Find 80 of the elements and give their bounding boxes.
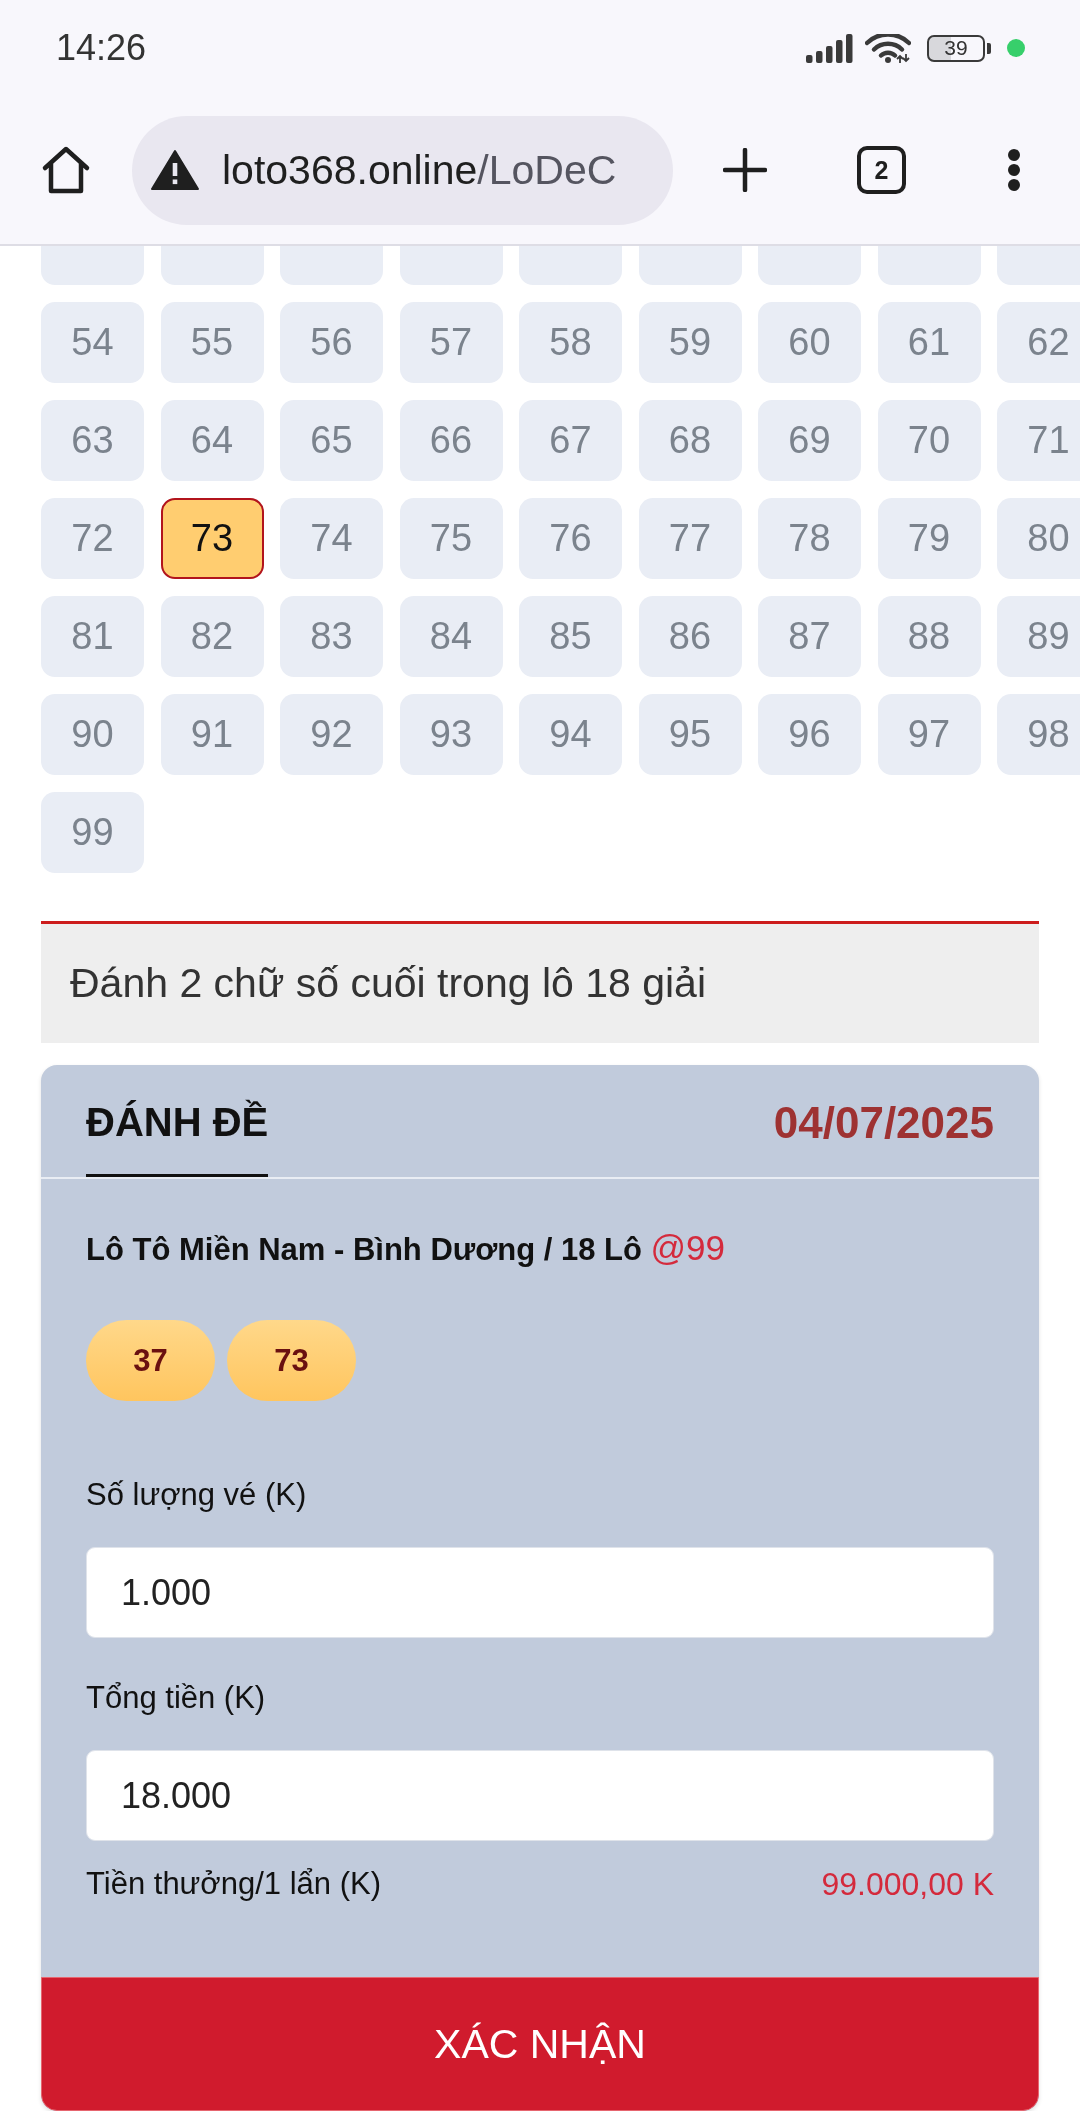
number-tile[interactable] [280,246,383,285]
indicator-dot-icon [1007,39,1025,57]
battery-indicator: 39 [927,34,991,62]
number-tile[interactable]: 69 [758,400,861,481]
number-tile[interactable]: 66 [399,400,503,481]
number-tile[interactable] [758,246,861,285]
signal-icon [806,33,853,63]
date-text: 04/07/2025 [773,1098,994,1148]
tab-count-button[interactable]: 2 [857,146,906,194]
info-banner: Đánh 2 chữ số cuối trong lô 18 giải [41,921,1039,1043]
number-tile[interactable]: 75 [399,498,503,579]
number-tile[interactable]: 60 [758,302,861,383]
number-tile[interactable]: 64 [160,400,264,481]
field-label: Tổng tiền (K) [86,1679,267,1717]
number-tile[interactable]: 80 [997,498,1080,579]
number-tile[interactable]: 85 [519,596,622,677]
number-tile[interactable]: 96 [758,694,861,775]
number-tile[interactable]: 89 [997,596,1080,677]
form-tab[interactable]: ĐÁNH ĐỀ [86,1065,269,1177]
number-tile[interactable] [160,246,264,285]
number-tile[interactable]: 65 [280,400,383,481]
payout-label: Tiền thưởng/1 lẩn (K) [86,1865,381,1903]
number-tile[interactable] [41,246,144,285]
number-tile[interactable]: 76 [519,498,622,579]
field-label: Số lượng vé (K) [86,1476,308,1514]
number-tile[interactable]: 73 [160,498,264,579]
number-tile[interactable]: 81 [41,596,144,677]
number-tile[interactable]: 91 [160,694,264,775]
address-bar[interactable]: loto368.online/LoDeC [132,115,673,225]
number-tile[interactable] [638,246,742,285]
number-tile[interactable]: 70 [877,400,981,481]
game-title: Lô Tô Miền Nam - Bình Dương / 18 Lô @99 [86,1228,727,1269]
payout-value: 99.000,00 K [821,1865,994,1904]
warning-icon [150,149,200,191]
clock-time: 14:26 [56,28,147,68]
number-tile[interactable] [519,246,622,285]
number-tile[interactable]: 77 [638,498,742,579]
number-tile[interactable]: 58 [519,302,622,383]
number-tile[interactable]: 55 [160,302,264,383]
wifi-icon [865,33,911,63]
number-tile[interactable]: 93 [399,694,503,775]
number-chip: 37 [86,1320,215,1401]
number-tile[interactable]: 86 [638,596,742,677]
number-tile[interactable]: 78 [758,498,861,579]
number-tile[interactable] [997,246,1080,285]
number-tile[interactable]: 72 [41,498,144,579]
number-tile[interactable] [399,246,503,285]
number-tile[interactable]: 88 [877,596,981,677]
number-tile[interactable]: 83 [280,596,383,677]
number-tile[interactable]: 71 [997,400,1080,481]
number-tile[interactable]: 97 [877,694,981,775]
url-text: loto368.online/LoDeC [222,146,617,194]
number-tile[interactable]: 63 [41,400,144,481]
number-tile[interactable] [877,246,981,285]
confirm-button[interactable]: XÁC NHẬN [41,1977,1039,2111]
number-tile[interactable]: 95 [638,694,742,775]
number-chip: 73 [227,1320,356,1401]
home-icon[interactable] [41,145,91,195]
number-tile[interactable]: 56 [280,302,383,383]
number-tile[interactable]: 94 [519,694,622,775]
number-tile[interactable]: 59 [638,302,742,383]
number-tile[interactable]: 87 [758,596,861,677]
number-tile[interactable]: 61 [877,302,981,383]
number-tile[interactable]: 79 [877,498,981,579]
number-tile[interactable]: 92 [280,694,383,775]
number-tile[interactable]: 62 [997,302,1080,383]
number-tile[interactable]: 68 [638,400,742,481]
menu-icon[interactable] [1007,148,1021,192]
input-field[interactable]: 1.000 [86,1547,994,1638]
number-tile[interactable]: 57 [399,302,503,383]
number-tile[interactable]: 82 [160,596,264,677]
number-tile[interactable]: 84 [399,596,503,677]
number-tile[interactable]: 98 [997,694,1080,775]
plus-icon[interactable] [723,148,767,192]
number-tile[interactable]: 74 [280,498,383,579]
number-tile[interactable]: 90 [41,694,144,775]
input-field[interactable]: 18.000 [86,1750,994,1841]
number-tile[interactable]: 67 [519,400,622,481]
number-tile[interactable]: 99 [41,792,144,873]
number-tile[interactable]: 54 [41,302,144,383]
